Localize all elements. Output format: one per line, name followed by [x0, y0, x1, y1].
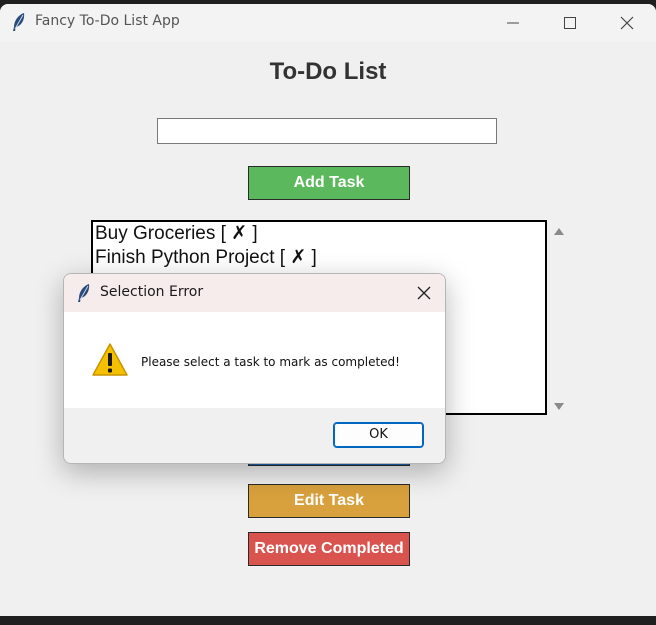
close-icon: [417, 286, 431, 300]
dialog-title-bar: Selection Error: [64, 274, 445, 312]
scroll-up-icon[interactable]: [553, 226, 565, 236]
dialog-close-button[interactable]: [404, 274, 444, 312]
minimize-button[interactable]: [484, 4, 542, 42]
task-input[interactable]: [157, 118, 497, 144]
add-task-button[interactable]: Add Task: [248, 166, 410, 200]
scroll-down-icon[interactable]: [553, 402, 565, 412]
title-bar: Fancy To-Do List App: [0, 4, 656, 42]
selection-error-dialog: Selection Error Please select a task to …: [63, 273, 446, 464]
close-button[interactable]: [598, 4, 656, 42]
feather-icon: [78, 284, 90, 302]
maximize-button[interactable]: [541, 4, 599, 42]
dialog-footer: OK: [64, 408, 445, 463]
edit-task-button[interactable]: Edit Task: [248, 484, 410, 518]
page-title: To-Do List: [269, 58, 387, 85]
task-item[interactable]: Finish Python Project [ ✗ ]: [93, 246, 545, 270]
maximize-icon: [564, 17, 576, 29]
remove-completed-button[interactable]: Remove Completed: [248, 532, 410, 566]
minimize-icon: [507, 22, 519, 24]
ok-button[interactable]: OK: [333, 422, 424, 448]
close-icon: [620, 16, 634, 30]
dialog-message: Please select a task to mark as complete…: [141, 355, 400, 369]
feather-icon: [13, 13, 25, 31]
warning-icon: [92, 343, 128, 376]
dialog-body: Please select a task to mark as complete…: [64, 312, 445, 408]
dialog-title: Selection Error: [100, 284, 204, 300]
window-title: Fancy To-Do List App: [35, 13, 180, 29]
task-item[interactable]: Buy Groceries [ ✗ ]: [93, 222, 545, 246]
